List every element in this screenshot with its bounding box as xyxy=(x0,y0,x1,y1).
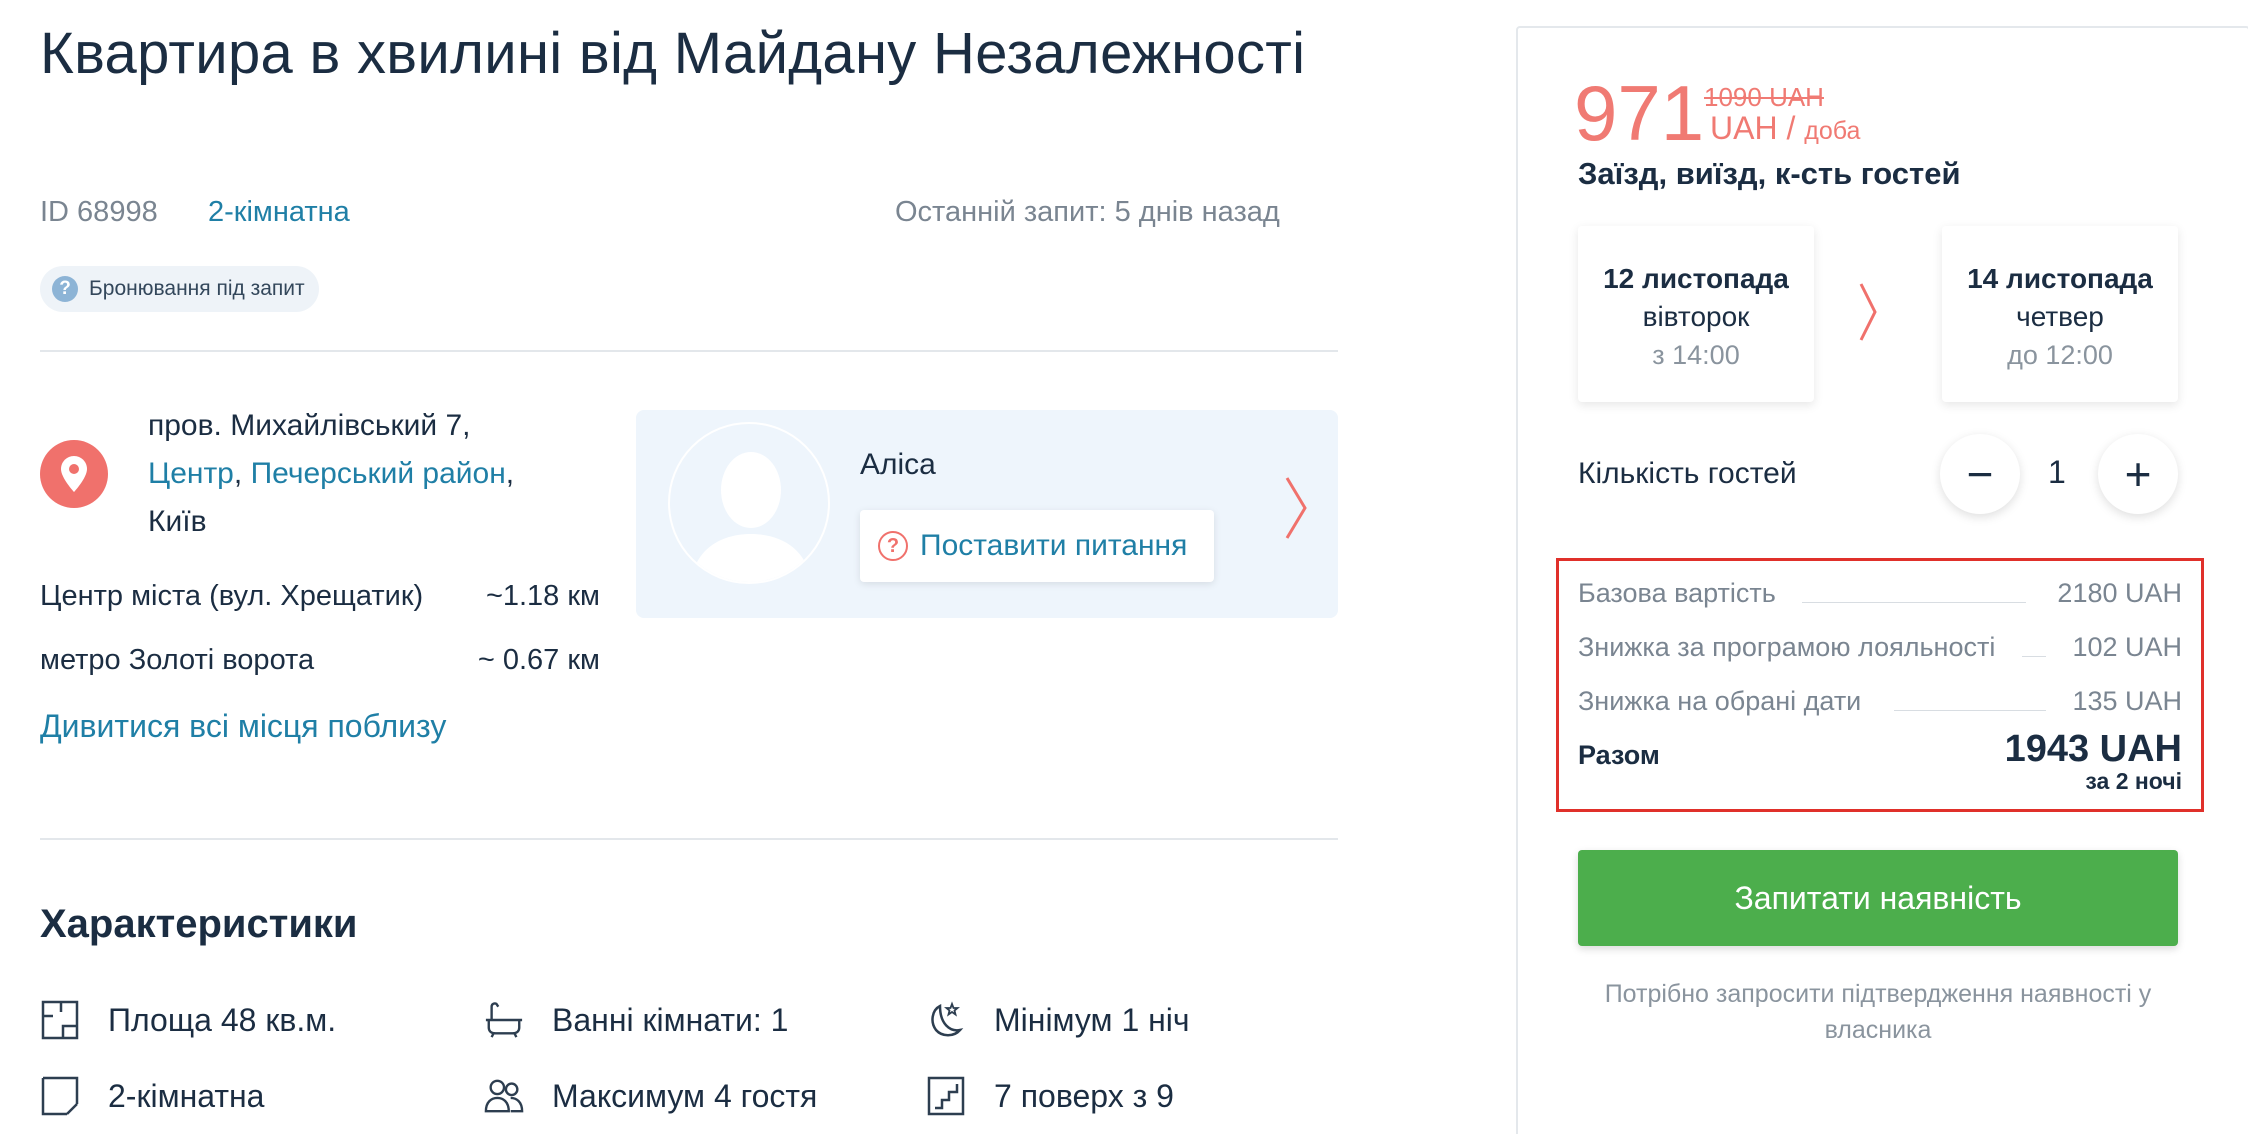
decrease-guests-button[interactable]: − xyxy=(1940,434,2020,514)
request-availability-button[interactable]: Запитати наявність xyxy=(1578,850,2178,946)
all-places-link[interactable]: Дивитися всі місця поблизу xyxy=(40,708,446,745)
bathtub-icon xyxy=(484,1000,524,1040)
ask-question-button[interactable]: ? Поставити питання xyxy=(860,510,1214,582)
question-circle-icon: ? xyxy=(878,531,908,561)
checkout-date: 14 листопада xyxy=(1967,263,2153,294)
checkin-time: з 14:00 xyxy=(1652,340,1740,370)
listing-id: ID 68998 xyxy=(40,196,158,228)
room-icon xyxy=(40,1076,80,1116)
feature-area: Площа 48 кв.м. xyxy=(40,1000,336,1040)
rooms-link[interactable]: 2-кімнатна xyxy=(208,196,350,229)
metro-link[interactable]: метро Золоті ворота xyxy=(40,644,314,677)
availability-note: Потрібно запросити підтвердження наявнос… xyxy=(1604,980,2152,1044)
last-request-text: Останній запит: 5 днів назад xyxy=(895,196,1280,228)
address-districts: Центр, Печерський район, xyxy=(148,457,515,490)
checkin-title: Заїзд, виїзд, к-сть гостей xyxy=(1578,156,1961,191)
distance-row-metro: метро Золоті ворота ~ 0.67 км xyxy=(40,644,600,677)
host-name: Аліса xyxy=(860,448,936,481)
checkin-date-card[interactable]: 12 листопада вівторок з 14:00 xyxy=(1578,226,1814,402)
feature-bathrooms: Ванні кімнати: 1 xyxy=(484,1000,788,1040)
badge-label: Бронювання під запит xyxy=(89,277,305,300)
feature-max-guests: Максимум 4 гостя xyxy=(484,1076,817,1116)
feature-rooms: 2-кімнатна xyxy=(40,1076,264,1116)
price-unit: UAH / доба xyxy=(1710,110,1861,146)
chevron-right-icon[interactable] xyxy=(1284,476,1308,540)
checkin-weekday: вівторок xyxy=(1642,301,1750,332)
arrow-right-icon xyxy=(1859,283,1877,341)
guests-label: Кількість гостей xyxy=(1578,457,1797,490)
feature-floor: 7 поверх з 9 xyxy=(926,1076,1174,1116)
address-city: Київ xyxy=(148,505,207,538)
price-value: 971 xyxy=(1574,69,1705,157)
stairs-icon xyxy=(926,1076,966,1116)
total-label: Разом xyxy=(1578,740,1660,770)
moon-star-icon xyxy=(926,1000,966,1040)
dotted-leader xyxy=(1894,710,2046,711)
dotted-leader xyxy=(2022,656,2046,657)
guests-icon xyxy=(484,1076,524,1116)
divider xyxy=(40,838,1338,840)
checkout-time: до 12:00 xyxy=(2007,340,2113,370)
total-value: 1943 UAH xyxy=(2004,728,2182,770)
dotted-leader xyxy=(1802,602,2026,603)
increase-guests-button[interactable]: + xyxy=(2098,434,2178,514)
checkout-weekday: четвер xyxy=(2016,301,2104,332)
plus-icon: + xyxy=(2124,448,2152,500)
location-pin-icon xyxy=(40,440,108,508)
checkin-date: 12 листопада xyxy=(1603,263,1789,294)
address-street: пров. Михайлівський 7, xyxy=(148,409,471,442)
avatar xyxy=(668,422,830,584)
feature-min-nights: Мінімум 1 ніч xyxy=(926,1000,1190,1040)
checkout-date-card[interactable]: 14 листопада четвер до 12:00 xyxy=(1942,226,2178,402)
divider xyxy=(40,350,1338,352)
question-icon: ? xyxy=(52,276,78,302)
distance-row-center: Центр міста (вул. Хрещатик) ~1.18 км xyxy=(40,580,600,612)
features-title: Характеристики xyxy=(40,902,358,946)
page-title: Квартира в хвилині від Майдану Незалежно… xyxy=(40,21,1306,86)
district-link-center[interactable]: Центр xyxy=(148,457,234,490)
total-nights: за 2 ночі xyxy=(2085,768,2182,794)
floor-plan-icon xyxy=(40,1000,80,1040)
old-price: 1090 UAH xyxy=(1704,82,1824,112)
booking-on-request-badge[interactable]: ? Бронювання під запит xyxy=(40,266,319,312)
guests-count: 1 xyxy=(2048,454,2066,490)
minus-icon: − xyxy=(1966,448,1994,500)
district-link-pechersk[interactable]: Печерський район xyxy=(251,457,506,490)
